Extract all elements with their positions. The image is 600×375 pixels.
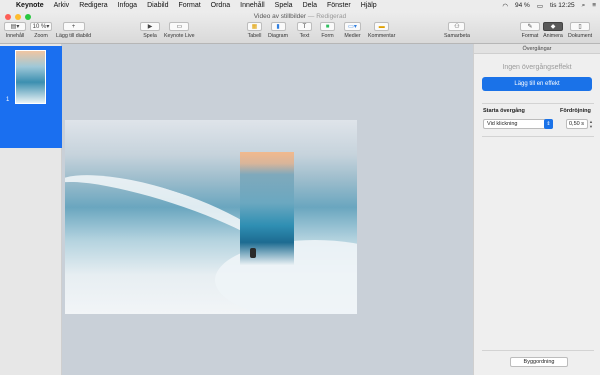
format-icon[interactable]: ✎ [520,22,540,31]
search-icon[interactable]: ⌕ [582,2,586,10]
chart-tool[interactable]: ▮ Diagram [268,22,288,39]
menu-arkiv[interactable]: Arkiv [54,2,70,9]
chart-icon[interactable]: ▮ [270,22,286,31]
menu-ordna[interactable]: Ordna [211,2,230,9]
divider [482,136,594,137]
shape-label: Form [321,33,334,39]
menu-spela[interactable]: Spela [275,2,293,9]
document-label: Dokument [568,33,593,39]
shape-icon[interactable]: ■ [320,22,335,31]
window-toolbar: Video av stillbilder — Redigerad ▤▾ Inne… [0,11,600,44]
zoom-label: Zoom [34,33,48,39]
start-transition-label: Starta övergång [483,108,525,114]
collaborate-label: Samarbeta [444,33,470,39]
surfer-figure [250,248,256,258]
collaborate-tool[interactable]: ⚇ Samarbeta [444,22,470,39]
comment-icon[interactable]: ▬ [374,22,390,31]
no-effect-text: Ingen övergångseffekt [502,64,572,71]
menu-dela[interactable]: Dela [303,2,317,9]
add-effect-button[interactable]: Lägg till en effekt [482,77,592,91]
keynote-live-icon[interactable]: ▭ [169,22,190,31]
start-transition-select[interactable]: Vid klickning ⇕ [483,119,553,129]
chart-label: Diagram [268,33,289,39]
add-slide-label: Lägg till diabild [56,33,92,39]
battery-icon[interactable]: ▭ [537,2,543,10]
media-label: Medier [344,33,361,39]
text-tool[interactable]: T Text [297,22,312,39]
collaborate-icon[interactable]: ⚇ [448,22,466,31]
comment-tool[interactable]: ▬ Kommentar [368,22,395,39]
text-label: Text [299,33,310,39]
battery-percent[interactable]: 94 % [515,2,530,9]
control-center-icon[interactable]: ≡ [592,2,596,9]
divider [482,103,594,104]
delay-stepper[interactable]: ▲ ▼ [589,119,593,129]
divider [482,350,594,351]
shape-tool[interactable]: ■ Form [320,22,335,39]
keynote-live-label: Keynote Live [164,33,195,39]
animate-inspector: Övergångar Ingen övergångseffekt Lägg ti… [473,44,600,375]
play-icon[interactable]: ▶ [140,22,160,31]
play-tool[interactable]: ▶ Spela [140,22,160,39]
menu-format[interactable]: Format [178,2,200,9]
menu-hjalp[interactable]: Hjälp [361,2,377,9]
comment-label: Kommentar [368,33,396,39]
document-name[interactable]: Video av stillbilder [254,13,306,20]
plus-icon[interactable]: + [62,22,85,31]
slide[interactable] [65,120,357,314]
media-icon[interactable]: ▭▾ [344,22,361,31]
menu-infoga[interactable]: Infoga [118,2,137,9]
menu-innehall[interactable]: Innehåll [240,2,265,9]
surf-photo[interactable] [240,152,294,265]
table-tool[interactable]: ▦ Tabell [247,22,262,39]
menu-redigera[interactable]: Redigera [79,2,107,9]
format-label: Format [521,33,539,39]
animate-icon[interactable]: ◆ [543,22,563,31]
inspector-tab-transitions[interactable]: Övergångar [474,44,600,54]
menu-bar: Keynote Arkiv Redigera Infoga Diabild Fo… [0,0,600,11]
document-tool[interactable]: ▯ Dokument [568,22,592,39]
zoom-select[interactable]: 10 % ▾ [30,22,52,31]
delay-label: Fördröjning [560,108,591,114]
zoom-tool[interactable]: 10 % ▾ Zoom [30,22,52,39]
status-area: ◠ 94 % ▭ tis 12:25 ⌕ ≡ [502,0,596,11]
slide-thumbnail-image[interactable] [15,50,46,104]
menu-app[interactable]: Keynote [16,2,44,9]
menu-fonster[interactable]: Fönster [327,2,351,9]
chevron-updown-icon[interactable]: ⇕ [544,119,553,129]
slide-thumbnail-selected[interactable]: 1 [0,46,62,148]
wifi-icon[interactable]: ◠ [502,2,508,10]
sidebar-view-icon[interactable]: ▤▾ [4,22,26,31]
delay-field[interactable]: 0,50 s [566,119,588,129]
slide-number: 1 [6,97,10,103]
add-slide-tool[interactable]: + Lägg till diabild [56,22,91,39]
view-label: Innehåll [5,33,25,39]
table-label: Tabell [247,33,262,39]
document-title: Video av stillbilder — Redigerad [0,13,600,20]
animate-label: Animera [543,33,563,39]
table-icon[interactable]: ▦ [247,22,262,31]
keynote-live-tool[interactable]: ▭ Keynote Live [164,22,195,39]
format-tool[interactable]: ✎ Format [520,22,540,39]
menu-diabild[interactable]: Diabild [147,2,168,9]
document-icon[interactable]: ▯ [570,22,591,31]
slide-navigator: 1 [0,44,62,375]
media-tool[interactable]: ▭▾ Medier [344,22,361,39]
clock[interactable]: tis 12:25 [550,2,575,9]
build-order-button[interactable]: Byggordning [510,357,568,367]
play-label: Spela [143,33,157,39]
animate-tool[interactable]: ◆ Animera [543,22,563,39]
text-icon[interactable]: T [297,22,312,31]
document-status: — Redigerad [307,13,347,20]
view-tool[interactable]: ▤▾ Innehåll [4,22,26,39]
